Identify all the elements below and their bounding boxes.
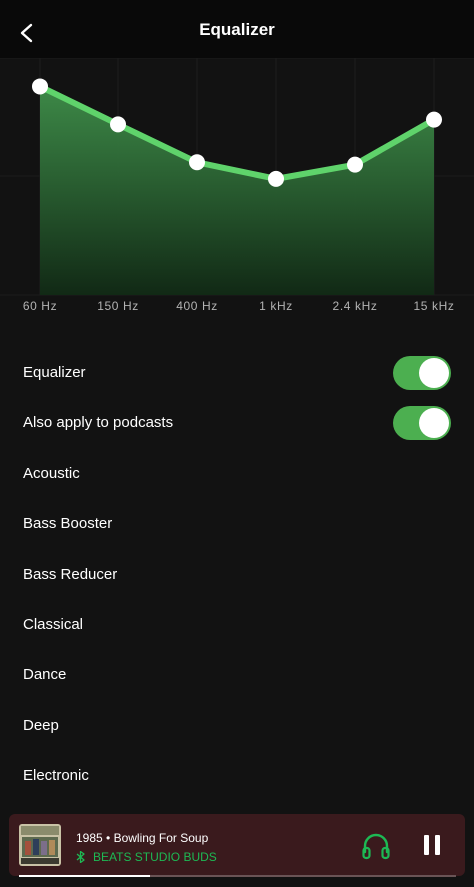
band-knob-150-hz[interactable] <box>110 116 126 133</box>
album-art-image <box>19 824 61 866</box>
band-knob-1-khz[interactable] <box>268 170 284 187</box>
preset-label: Electronic <box>23 767 89 784</box>
equalizer-toggle-label: Equalizer <box>23 364 86 381</box>
playback-progress <box>19 875 456 877</box>
freq-label: 60 Hz <box>22 299 58 313</box>
bluetooth-icon <box>76 851 85 863</box>
band-knob-15-khz[interactable] <box>426 111 442 128</box>
toggle-knob <box>419 358 449 388</box>
preset-label: Deep <box>23 717 59 734</box>
band-knob-60-hz[interactable] <box>32 78 48 95</box>
mini-player[interactable]: 1985 • Bowling For Soup BEATS STUDIO BUD… <box>9 814 465 876</box>
podcasts-toggle-row[interactable]: Also apply to podcasts <box>0 399 474 449</box>
preset-label: Acoustic <box>23 465 80 482</box>
equalizer-chart <box>0 58 474 296</box>
preset-label: Dance <box>23 666 67 683</box>
equalizer-toggle-row[interactable]: Equalizer <box>0 349 474 399</box>
headphones-icon <box>362 833 390 860</box>
freq-label: 1 kHz <box>259 299 293 313</box>
toggle-knob <box>419 408 449 438</box>
preset-label: Classical <box>23 616 84 633</box>
podcasts-toggle-label: Also apply to podcasts <box>23 414 174 431</box>
equalizer-graph <box>0 58 474 320</box>
pause-icon <box>424 835 440 855</box>
preset-item-bass-reducer[interactable]: Bass Reducer <box>0 551 474 601</box>
preset-item-classical[interactable]: Classical <box>0 601 474 651</box>
freq-label: 2.4 kHz <box>332 299 378 313</box>
preset-item-bass-booster[interactable]: Bass Booster <box>0 500 474 550</box>
podcasts-toggle[interactable] <box>393 406 451 440</box>
band-knob-400-hz[interactable] <box>189 154 205 171</box>
freq-label: 15 kHz <box>413 299 455 313</box>
playback-progress-fill <box>19 875 151 877</box>
pause-button[interactable] <box>420 832 444 858</box>
top-bar: Equalizer <box>0 0 474 58</box>
album-art[interactable] <box>19 824 61 866</box>
page-title: Equalizer <box>199 20 275 39</box>
freq-label: 400 Hz <box>176 299 218 313</box>
preset-item-acoustic[interactable]: Acoustic <box>0 450 474 500</box>
device-name: BEATS STUDIO BUDS <box>93 850 217 864</box>
connected-device[interactable]: BEATS STUDIO BUDS <box>76 850 217 864</box>
preset-item-deep[interactable]: Deep <box>0 702 474 752</box>
freq-label: 150 Hz <box>97 299 139 313</box>
devices-button[interactable] <box>361 832 391 860</box>
preset-label: Bass Booster <box>23 515 113 532</box>
preset-label: Bass Reducer <box>23 566 118 583</box>
band-knob-2-4-khz[interactable] <box>347 156 363 173</box>
preset-item-dance[interactable]: Dance <box>0 651 474 701</box>
equalizer-toggle[interactable] <box>393 356 451 390</box>
preset-item-electronic[interactable]: Electronic <box>0 752 474 802</box>
track-info: 1985 • Bowling For Soup <box>76 831 209 845</box>
